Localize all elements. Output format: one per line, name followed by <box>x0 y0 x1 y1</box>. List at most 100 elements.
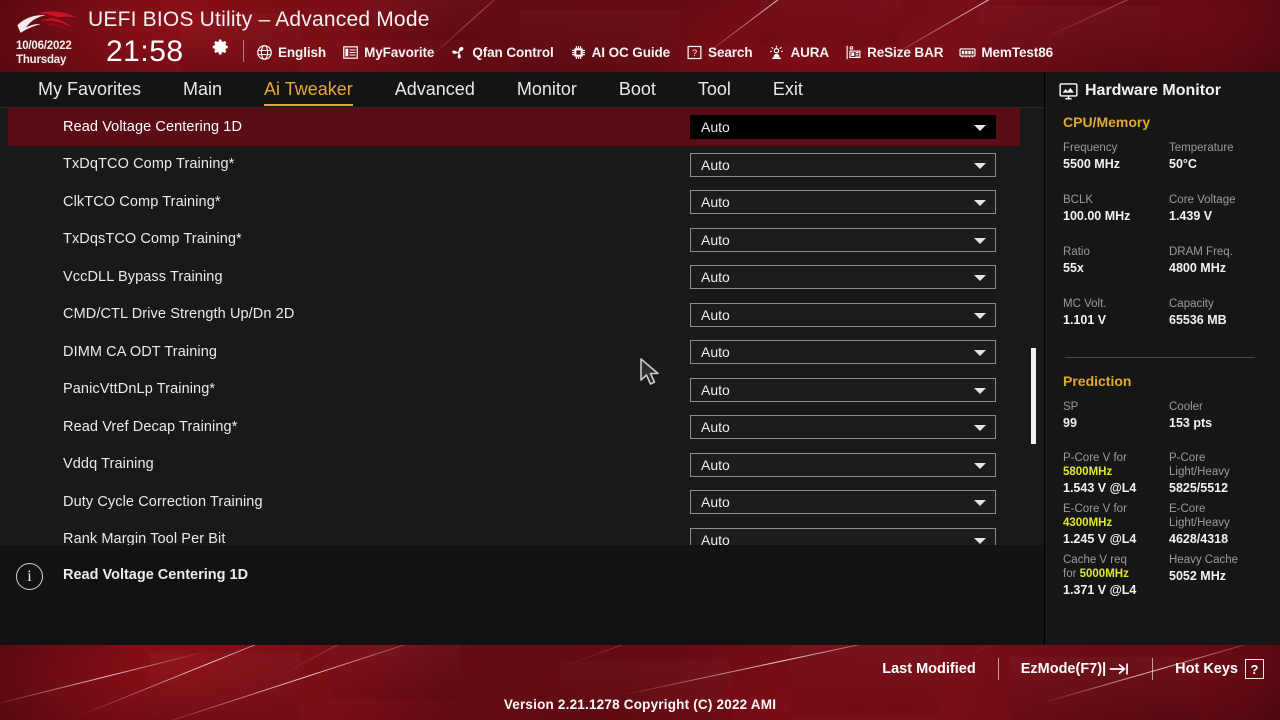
settings-row[interactable]: ClkTCO Comp Training* Auto <box>0 183 1044 221</box>
toolbar-label: MyFavorite <box>364 44 435 60</box>
toolbar-item-search[interactable]: ? Search <box>686 41 753 63</box>
settings-row[interactable]: DIMM CA ODT Training Auto <box>0 333 1044 371</box>
settings-list: Read Voltage Centering 1D Auto TxDqTCO Com… <box>0 108 1044 545</box>
setting-dropdown[interactable]: Auto <box>690 452 996 477</box>
hardware-monitor-item-value: 4800 MHz <box>1169 261 1226 275</box>
settings-row[interactable]: CMD/CTL Drive Strength Up/Dn 2D Auto <box>0 296 1044 334</box>
setting-dropdown[interactable]: Auto <box>690 415 996 439</box>
toolbar-item-memtest86[interactable]: MemTest86 <box>959 41 1053 63</box>
hardware-monitor-key-line1: MC Volt. <box>1063 298 1107 310</box>
setting-dropdown[interactable]: Auto <box>690 490 996 514</box>
hardware-monitor-item: DRAM Freq. 4800 MHz <box>1169 245 1269 276</box>
tab-advanced[interactable]: Advanced <box>395 79 475 102</box>
setting-label: TxDqTCO Comp Training* <box>63 156 235 173</box>
hardware-monitor-key-line1: E-Core <box>1169 503 1206 515</box>
footer: Last Modified EzMode(F7) | Hot Keys ? Ve… <box>0 645 1280 720</box>
hardware-monitor-item-value: 55x <box>1063 261 1084 275</box>
hardware-monitor-key-line2: 5000MHz <box>1079 568 1129 580</box>
ez-mode-label: EzMode(F7) <box>1020 661 1103 677</box>
hardware-monitor-item-key: E-Core V for 4300MHz <box>1063 502 1163 530</box>
chevron-down-icon <box>974 275 986 281</box>
setting-value: Auto <box>701 344 730 360</box>
hardware-monitor-item: MC Volt. 1.101 V <box>1063 297 1163 328</box>
setting-dropdown[interactable]: Auto <box>690 302 996 327</box>
settings-row[interactable]: PanicVttDnLp Training* Auto <box>0 371 1044 409</box>
chevron-down-icon <box>974 125 986 131</box>
setting-dropdown[interactable]: Auto <box>690 190 996 214</box>
last-modified-button[interactable]: Last Modified <box>882 661 975 677</box>
tab-boot[interactable]: Boot <box>619 79 656 102</box>
settings-row[interactable]: Rank Margin Tool Per Bit Auto <box>0 521 1044 545</box>
tab-label: Ai Tweaker <box>264 78 353 99</box>
gear-icon[interactable] <box>212 38 230 56</box>
hot-keys-label: Hot Keys <box>1175 661 1238 677</box>
question-box-icon: ? <box>687 45 702 59</box>
setting-dropdown[interactable]: Auto <box>690 377 996 402</box>
settings-row[interactable]: TxDqTCO Comp Training* Auto <box>0 146 1044 184</box>
hardware-monitor-item-key: Frequency <box>1063 141 1163 155</box>
setting-value: Auto <box>701 269 730 285</box>
hardware-monitor-item-value: 65536 MB <box>1169 313 1227 327</box>
toolbar-label: AURA <box>790 44 830 60</box>
toolbar-item-resize-bar[interactable]: ReSize BAR <box>845 41 943 63</box>
toolbar-item-english[interactable]: English <box>256 41 326 63</box>
weekday-text: Thursday <box>16 54 67 66</box>
tab-my-favorites[interactable]: My Favorites <box>38 79 141 102</box>
hardware-monitor-item-key: DRAM Freq. <box>1169 245 1269 259</box>
toolbar-item-qfan-control[interactable]: Qfan Control <box>450 41 554 63</box>
ez-mode-button[interactable]: EzMode(F7) | <box>1021 661 1130 677</box>
setting-dropdown[interactable]: Auto <box>690 340 996 364</box>
date-text: 10/06/2022 <box>16 40 72 52</box>
settings-row[interactable]: Read Vref Decap Training* Auto <box>0 408 1044 446</box>
settings-row[interactable]: TxDqsTCO Comp Training* Auto <box>0 221 1044 259</box>
setting-label: ClkTCO Comp Training* <box>63 193 221 210</box>
tab-main[interactable]: Main <box>183 79 222 102</box>
hardware-monitor-item: Core Voltage 1.439 V <box>1169 193 1269 224</box>
setting-dropdown[interactable]: Auto <box>690 265 996 289</box>
memtest-icon <box>959 47 976 57</box>
hardware-monitor-item: E-Core V for 4300MHz 1.245 V @L4 <box>1063 502 1163 547</box>
tab-label: Tool <box>697 78 731 99</box>
settings-row[interactable]: VccDLL Bypass Training Auto <box>0 258 1044 296</box>
settings-scrollbar-thumb[interactable] <box>1031 348 1036 444</box>
hardware-monitor-key-line1: Heavy Cache <box>1169 554 1239 566</box>
toolbar-item-ai-oc-guide[interactable]: AI OC Guide <box>570 41 670 63</box>
tab-tool[interactable]: Tool <box>698 79 731 102</box>
hardware-monitor-item: Temperature 50°C <box>1169 141 1269 172</box>
setting-dropdown[interactable]: Auto <box>690 527 996 545</box>
chevron-down-icon <box>974 387 986 394</box>
toolbar-label: MemTest86 <box>981 44 1054 60</box>
setting-value: Auto <box>701 381 730 398</box>
hardware-monitor-key-line1: Cooler <box>1169 401 1203 413</box>
toolbar-label: AI OC Guide <box>591 44 671 60</box>
settings-row[interactable]: Duty Cycle Correction Training Auto <box>0 483 1044 521</box>
hardware-monitor-item-value: 4628/4318 <box>1169 532 1229 546</box>
tab-monitor[interactable]: Monitor <box>517 79 577 102</box>
tab-label: Main <box>183 78 223 99</box>
hardware-monitor-item-key: Cooler <box>1169 400 1269 414</box>
hardware-monitor-item-value: 5825/5512 <box>1169 481 1229 495</box>
settings-row[interactable]: Read Voltage Centering 1D Auto <box>0 108 1044 146</box>
tab-exit[interactable]: Exit <box>773 79 803 102</box>
hardware-monitor-key-line1: BCLK <box>1063 194 1094 206</box>
hardware-monitor-item-key: Heavy Cache <box>1169 553 1269 567</box>
toolbar-item-myfavorite[interactable]: MyFavorite <box>342 41 434 63</box>
setting-label: DIMM CA ODT Training <box>63 343 218 360</box>
hardware-monitor-item: Heavy Cache 5052 MHz <box>1169 553 1269 584</box>
main-nav: My Favorites Main Ai Tweaker Advanced Monito… <box>0 72 1044 108</box>
settings-row[interactable]: Vddq Training Auto <box>0 446 1044 484</box>
setting-dropdown[interactable]: Auto <box>690 152 996 177</box>
toolbar-item-aura[interactable]: AURA <box>768 41 829 63</box>
tab-ai-tweaker[interactable]: Ai Tweaker <box>264 78 353 106</box>
footer-divider-1 <box>997 658 999 680</box>
setting-dropdown[interactable]: Auto <box>690 227 996 252</box>
hardware-monitor-item-key: BCLK <box>1063 193 1163 207</box>
setting-value: Auto <box>701 119 730 135</box>
hardware-monitor-item-value: 5052 MHz <box>1169 569 1226 583</box>
last-modified-label: Last Modified <box>882 661 976 677</box>
setting-dropdown[interactable]: Auto <box>690 115 996 139</box>
hardware-monitor-item: E-Core Light/Heavy 4628/4318 <box>1169 502 1269 547</box>
hot-keys-button[interactable]: Hot Keys ? <box>1175 659 1264 679</box>
hardware-monitor-item-key: MC Volt. <box>1063 297 1163 311</box>
header: UEFI BIOS Utility – Advanced Mode 10/06/… <box>0 0 1280 72</box>
